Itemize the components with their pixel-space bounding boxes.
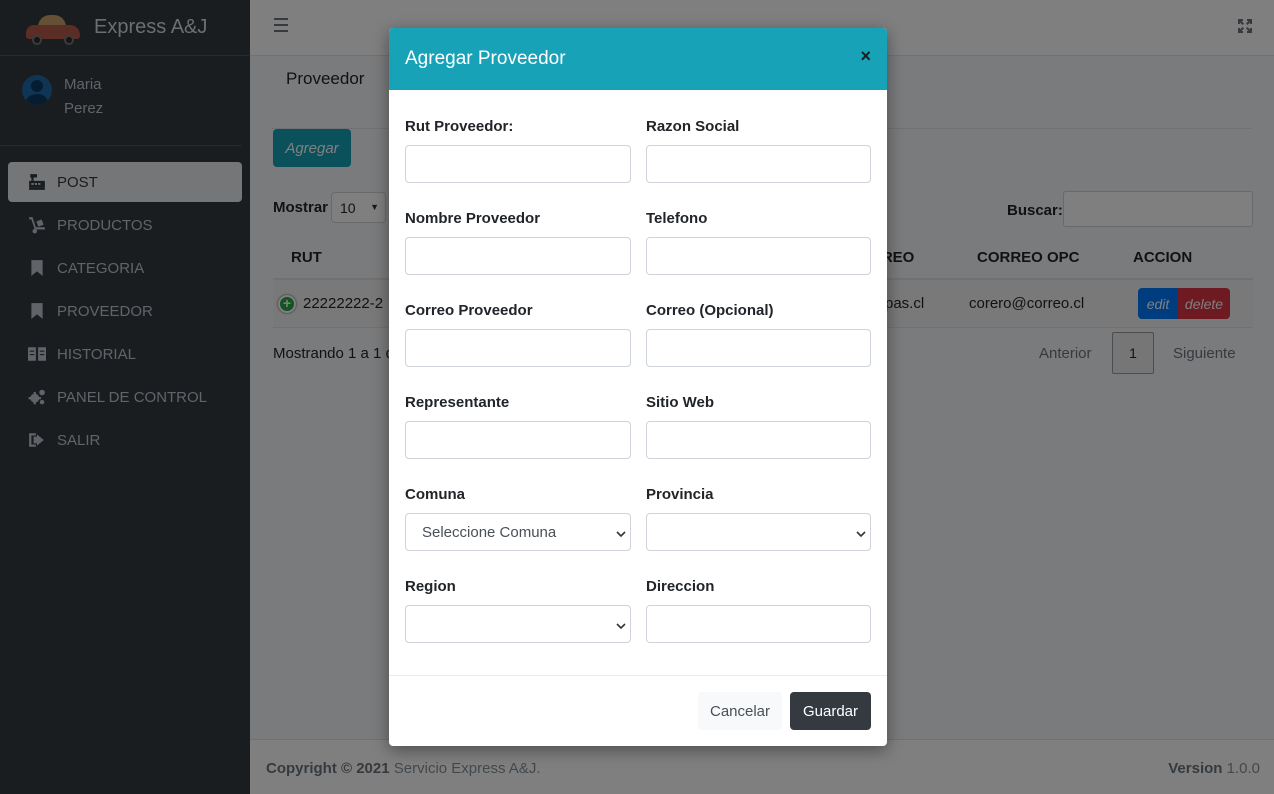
modal-footer: Cancelar Guardar [389,675,887,746]
correo-input[interactable] [405,329,631,367]
region-select[interactable] [405,605,631,643]
telefono-input[interactable] [646,237,871,275]
modal-header: Agregar Proveedor × [389,28,887,90]
direccion-input[interactable] [646,605,871,643]
rut-input[interactable] [405,145,631,183]
sitio-web-input[interactable] [646,421,871,459]
save-button[interactable]: Guardar [790,692,871,730]
chevron-down-icon [616,618,626,635]
chevron-down-icon [616,526,626,543]
provincia-label: Provincia [646,486,714,503]
rut-label: Rut Proveedor: [405,118,514,135]
chevron-down-icon [856,526,866,543]
region-label: Region [405,578,456,595]
direccion-label: Direccion [646,578,715,595]
representante-input[interactable] [405,421,631,459]
representante-label: Representante [405,394,510,411]
modal-title: Agregar Proveedor [405,48,566,69]
provincia-select[interactable] [646,513,871,551]
add-supplier-modal: Agregar Proveedor × Rut Proveedor: Razon… [389,28,887,746]
correo-opcional-input[interactable] [646,329,871,367]
comuna-select[interactable]: Seleccione Comuna [405,513,631,551]
nombre-label: Nombre Proveedor [405,210,541,227]
close-icon[interactable]: × [860,46,871,67]
razon-social-label: Razon Social [646,118,740,135]
nombre-input[interactable] [405,237,631,275]
razon-social-input[interactable] [646,145,871,183]
correo-opcional-label: Correo (Opcional) [646,302,774,319]
correo-label: Correo Proveedor [405,302,533,319]
cancel-button[interactable]: Cancelar [698,692,782,730]
comuna-label: Comuna [405,486,465,503]
sitio-web-label: Sitio Web [646,394,715,411]
telefono-label: Telefono [646,210,708,227]
